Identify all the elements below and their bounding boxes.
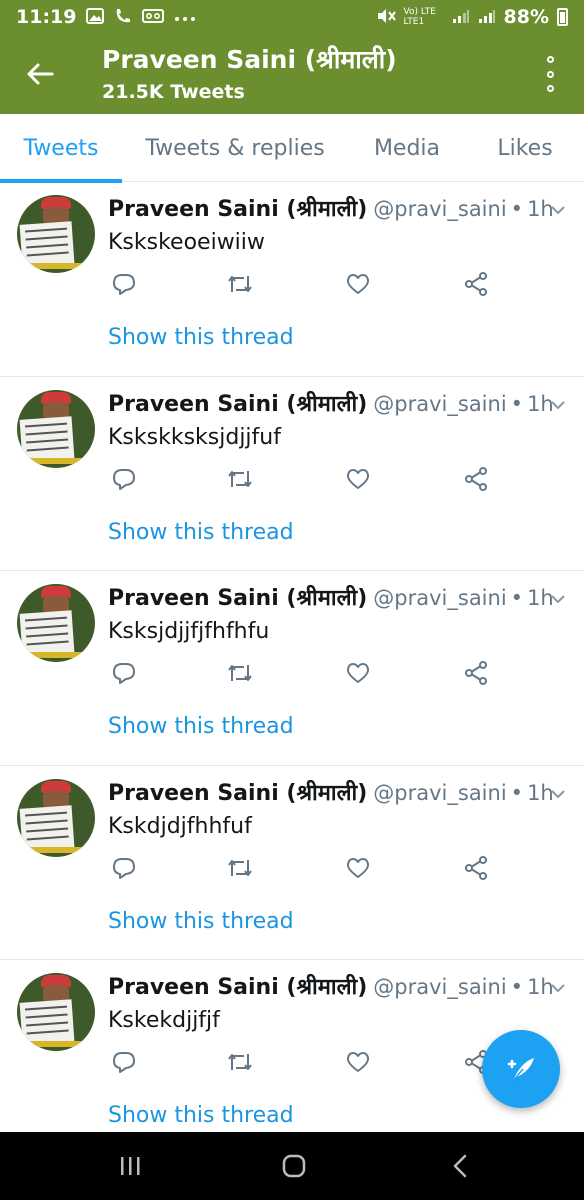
tab-tweets[interactable]: Tweets [0,114,122,183]
chevron-down-icon[interactable] [550,786,566,802]
retweet-icon[interactable] [226,854,254,882]
back-button[interactable] [20,54,60,94]
tweet-actions [108,1048,498,1078]
back-nav-icon[interactable] [446,1152,474,1180]
tweet-item[interactable]: Praveen Saini (श्रीमाली) @pravi_saini • 1h … [0,571,584,766]
profile-title: Praveen Saini (श्रीमाली) [102,45,397,74]
reply-icon[interactable] [110,854,138,882]
tweet-count: 21.5K Tweets [102,81,245,103]
home-icon[interactable] [280,1152,308,1180]
reply-icon[interactable] [110,659,138,687]
author-handle[interactable]: @pravi_saini [373,197,506,221]
separator-dot: • [510,391,524,416]
reply-icon[interactable] [110,465,138,493]
tweet-actions [108,659,498,689]
compose-tweet-button[interactable] [482,1030,560,1108]
signal-icon-2 [478,8,496,27]
tweet-feed[interactable]: Praveen Saini (श्रीमाली) @pravi_saini • 1h … [0,182,584,1132]
separator-dot: • [510,197,524,221]
author-name[interactable]: Praveen Saini (श्रीमाली) [108,586,367,611]
author-handle[interactable]: @pravi_saini [373,975,506,999]
retweet-icon[interactable] [226,1048,254,1076]
author-handle[interactable]: @pravi_saini [373,586,506,610]
call-icon [114,7,132,28]
tweet-item[interactable]: Praveen Saini (श्रीमाली) @pravi_saini • 1h … [0,766,584,960]
author-name[interactable]: Praveen Saini (श्रीमाली) [108,197,367,222]
status-bar: 11:19 Vo) LTE LTE1 88% [0,0,584,34]
avatar[interactable] [17,389,95,468]
system-nav-bar [0,1132,584,1200]
profile-tabs: Tweets Tweets & replies Media Likes [0,114,584,183]
like-icon[interactable] [344,854,372,882]
signal-icon [452,8,470,27]
avatar[interactable] [17,584,95,662]
chevron-down-icon[interactable] [550,397,566,413]
tweet-text: Kskekdjjfjf [108,1008,220,1033]
share-icon[interactable] [462,854,490,882]
like-icon[interactable] [344,465,372,493]
tweet-text: Kskdjdjfhhfuf [108,813,252,839]
chevron-down-icon[interactable] [550,591,566,607]
back-arrow-icon [27,63,54,85]
tweet-actions [108,465,498,495]
battery-icon [557,8,568,26]
retweet-icon[interactable] [226,270,254,298]
tweet-actions [108,854,498,884]
tweet-text: Ksksjdjjfjfhfhfu [108,619,270,644]
app-bar: Praveen Saini (श्रीमाली) 21.5K Tweets [0,34,584,114]
retweet-icon[interactable] [226,659,254,687]
share-icon[interactable] [462,270,490,298]
status-time: 11:19 [16,6,77,28]
tab-media[interactable]: Media [348,114,466,182]
retweet-icon[interactable] [226,465,254,493]
like-icon[interactable] [344,270,372,298]
like-icon[interactable] [344,659,372,687]
share-icon[interactable] [462,465,490,493]
author-handle[interactable]: @pravi_saini [373,781,506,805]
separator-dot: • [510,975,524,999]
reply-icon[interactable] [110,270,138,298]
tweet-text: Kskskksksjdjjfuf [108,424,281,450]
avatar[interactable] [17,778,95,857]
reply-icon[interactable] [110,1048,138,1076]
show-thread-link[interactable]: Show this thread [108,323,294,353]
gallery-icon [86,7,105,27]
overflow-menu-icon[interactable] [538,56,562,92]
show-thread-link[interactable]: Show this thread [108,712,294,742]
battery-percent: 88% [503,6,549,28]
mute-icon [376,7,396,28]
separator-dot: • [510,780,524,805]
tweet-text: Kskskeoeiwiiw [108,230,265,255]
network-label: Vo) LTE LTE1 [403,7,436,27]
like-icon[interactable] [344,1048,372,1076]
show-thread-link[interactable]: Show this thread [108,518,294,548]
author-name[interactable]: Praveen Saini (श्रीमाली) [108,392,367,417]
avatar[interactable] [17,973,95,1051]
tweet-item[interactable]: Praveen Saini (श्रीमाली) @pravi_saini • 1h … [0,377,584,571]
tab-tweets-and-replies[interactable]: Tweets & replies [122,114,348,182]
author-name[interactable]: Praveen Saini (श्रीमाली) [108,781,367,806]
voicemail-icon [142,8,165,26]
author-handle[interactable]: @pravi_saini [373,392,506,416]
show-thread-link[interactable]: Show this thread [108,907,294,937]
show-thread-link[interactable]: Show this thread [108,1101,294,1131]
compose-tweet-icon [507,1058,534,1082]
more-dots-icon [174,10,196,25]
chevron-down-icon[interactable] [550,202,566,218]
author-name[interactable]: Praveen Saini (श्रीमाली) [108,975,367,1000]
separator-dot: • [510,586,524,610]
chevron-down-icon[interactable] [550,980,566,996]
recents-icon[interactable] [116,1152,144,1180]
tab-likes[interactable]: Likes [466,114,584,182]
share-icon[interactable] [462,659,490,687]
tweet-item[interactable]: Praveen Saini (श्रीमाली) @pravi_saini • 1h … [0,182,584,377]
tweet-actions [108,270,498,300]
avatar[interactable] [17,195,95,273]
